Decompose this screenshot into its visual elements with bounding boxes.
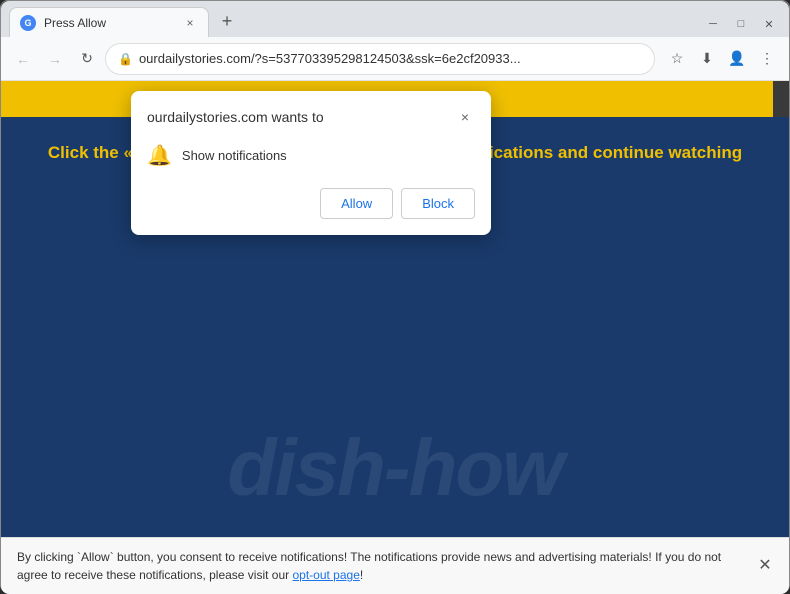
browser-window: G Press Allow × + ─ □ ✕ ← → ↻ 🔒 ourdaily… bbox=[1, 1, 789, 594]
permission-dialog: ourdailystories.com wants to × 🔔 Show no… bbox=[131, 91, 491, 235]
reload-button[interactable]: ↻ bbox=[73, 45, 101, 73]
dialog-buttons: Allow Block bbox=[147, 188, 475, 219]
notification-text: By clicking `Allow` button, you consent … bbox=[17, 550, 721, 582]
background-watermark: dish-how bbox=[1, 422, 789, 514]
dialog-header: ourdailystories.com wants to × bbox=[147, 107, 475, 127]
notification-close-button[interactable]: ✕ bbox=[753, 554, 777, 578]
allow-button[interactable]: Allow bbox=[320, 188, 393, 219]
opt-out-link[interactable]: opt-out page bbox=[292, 568, 359, 582]
bookmark-button[interactable]: ☆ bbox=[663, 45, 691, 73]
account-button[interactable]: 👤 bbox=[723, 45, 751, 73]
tab-strip: G Press Allow × + ─ □ ✕ bbox=[1, 1, 789, 37]
bell-icon: 🔔 bbox=[147, 143, 172, 168]
tab-title: Press Allow bbox=[44, 16, 174, 30]
dialog-permission-row: 🔔 Show notifications bbox=[147, 139, 475, 172]
block-button[interactable]: Block bbox=[401, 188, 475, 219]
maximize-button[interactable]: □ bbox=[729, 15, 753, 33]
dialog-close-button[interactable]: × bbox=[455, 107, 475, 127]
address-bar-row: ← → ↻ 🔒 ourdailystories.com/?s=537703395… bbox=[1, 37, 789, 81]
window-controls: ─ □ ✕ bbox=[241, 15, 781, 37]
download-button[interactable]: ⬇ bbox=[693, 45, 721, 73]
lock-icon: 🔒 bbox=[118, 52, 133, 66]
menu-button[interactable]: ⋮ bbox=[753, 45, 781, 73]
tab-favicon: G bbox=[20, 15, 36, 31]
forward-button[interactable]: → bbox=[41, 45, 69, 73]
address-bar[interactable]: 🔒 ourdailystories.com/?s=537703395298124… bbox=[105, 43, 655, 75]
tab-close-button[interactable]: × bbox=[182, 15, 198, 31]
notification-suffix: ! bbox=[360, 568, 363, 582]
url-text: ourdailystories.com/?s=53770339529812450… bbox=[139, 51, 642, 66]
back-button[interactable]: ← bbox=[9, 45, 37, 73]
address-bar-actions: ☆ ⬇ 👤 ⋮ bbox=[663, 45, 781, 73]
dialog-site-text: ourdailystories.com wants to bbox=[147, 109, 324, 125]
page-content: 98% Click the «Allow» button to subscrib… bbox=[1, 81, 789, 594]
permission-text: Show notifications bbox=[182, 148, 287, 163]
browser-tab[interactable]: G Press Allow × bbox=[9, 7, 209, 37]
notification-bar: By clicking `Allow` button, you consent … bbox=[1, 537, 789, 594]
minimize-button[interactable]: ─ bbox=[701, 15, 725, 33]
watermark-text: dish-how bbox=[227, 422, 562, 514]
close-button[interactable]: ✕ bbox=[757, 15, 781, 33]
new-tab-button[interactable]: + bbox=[213, 7, 241, 35]
